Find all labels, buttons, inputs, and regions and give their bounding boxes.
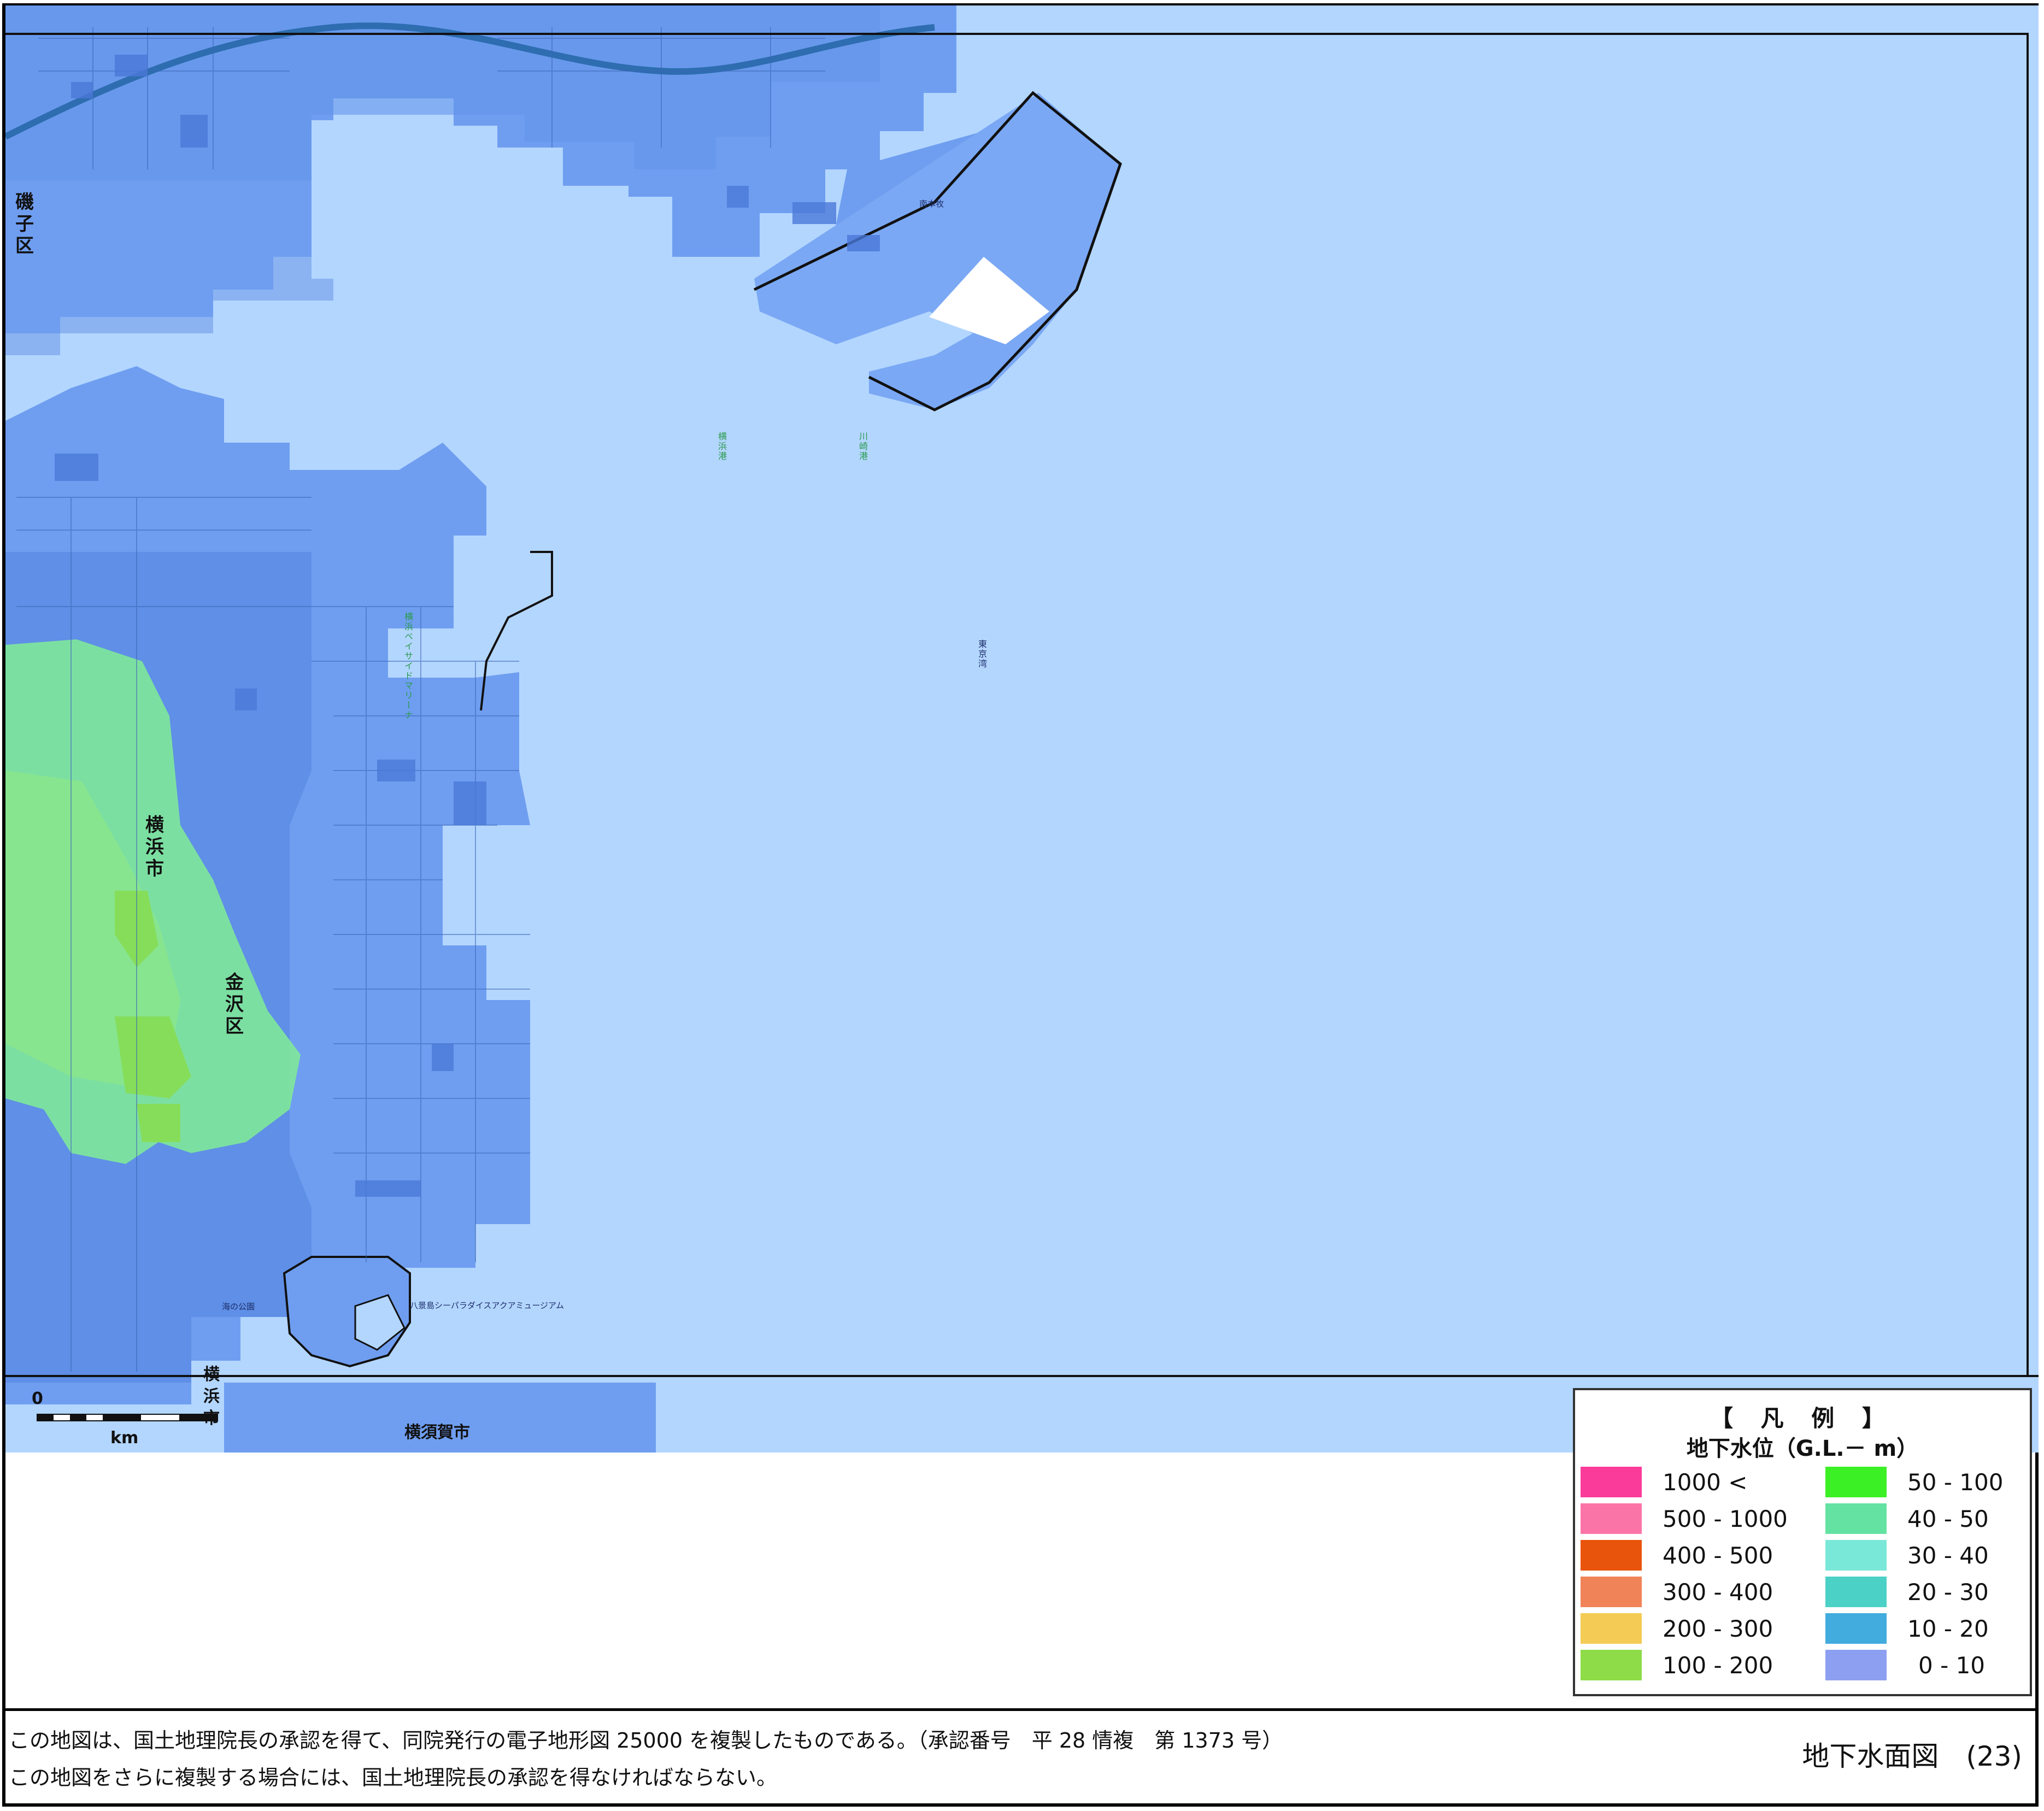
figure-title: 地下水面図 (23) bbox=[1802, 1741, 2022, 1772]
legend-title: 【 凡 例 】 bbox=[1710, 1405, 1895, 1432]
legend-swatch bbox=[1825, 1650, 1887, 1680]
legend-label: 200 - 300 bbox=[1663, 1615, 1773, 1642]
sea-label-yokohama-port: 横浜港 bbox=[716, 432, 727, 461]
ward-label-yokohama-south: 横浜市 bbox=[203, 1365, 220, 1428]
legend-label: 500 - 1000 bbox=[1663, 1506, 1788, 1532]
ward-label-kanazawa: 金沢区 bbox=[225, 972, 244, 1037]
footer-note-reproduction: この地図をさらに複製する場合には、国土地理院長の承認を得なければならない。 bbox=[9, 1766, 778, 1790]
ward-label-yokosuka: 横須賀市 bbox=[404, 1423, 470, 1442]
legend-swatch bbox=[1581, 1540, 1642, 1571]
legend-swatch bbox=[1825, 1467, 1887, 1497]
legend-swatch bbox=[1581, 1650, 1642, 1680]
place-label-hakkeijima: 八景島シーパラダイスアクアミュージアム bbox=[410, 1301, 565, 1310]
legend-label: 100 - 200 bbox=[1663, 1652, 1773, 1679]
sea-label-kawasaki-port: 川崎港 bbox=[857, 432, 868, 461]
legend-label: 10 - 20 bbox=[1907, 1615, 1989, 1642]
legend-label: 0 - 10 bbox=[1918, 1652, 1986, 1679]
place-label-marina: 横浜ベイサイドマリーナ bbox=[403, 612, 413, 720]
legend-swatch bbox=[1581, 1503, 1642, 1534]
legend-label: 300 - 400 bbox=[1663, 1579, 1773, 1606]
legend-label: 20 - 30 bbox=[1907, 1579, 1989, 1606]
sea-label-tokyo-bay: 東京湾 bbox=[977, 639, 987, 669]
legend-swatch bbox=[1825, 1540, 1887, 1571]
map-area[interactable]: 横浜港 川崎港 東京湾 八景島シーパラダイスアクアミュージアム 海の公園 横浜ベ… bbox=[5, 5, 2039, 1453]
scale-bar-unit: km bbox=[110, 1428, 139, 1448]
legend-swatch bbox=[1581, 1613, 1642, 1644]
legend-label: 40 - 50 bbox=[1907, 1506, 1989, 1532]
legend-label: 50 - 100 bbox=[1907, 1469, 2004, 1496]
map-canvas bbox=[5, 5, 2039, 1453]
legend-label: 30 - 40 bbox=[1907, 1542, 1989, 1569]
scale-bar-zero: 0 bbox=[32, 1389, 43, 1408]
legend: 【 凡 例 】 地下水位（G.L.－ m） 1000 < 500 - 1000 … bbox=[1573, 1388, 2032, 1696]
legend-label: 400 - 500 bbox=[1663, 1542, 1773, 1569]
place-label-umi-no-koen: 海の公園 bbox=[222, 1302, 255, 1312]
footer-divider bbox=[2, 1708, 2039, 1711]
ward-label-isogo: 磯子区 bbox=[15, 191, 34, 257]
legend-label: 1000 < bbox=[1663, 1469, 1748, 1496]
place-label-minamihonmoku: 南本牧 bbox=[919, 199, 944, 209]
legend-swatch bbox=[1581, 1467, 1642, 1497]
legend-swatch bbox=[1825, 1503, 1887, 1534]
legend-swatch bbox=[1581, 1577, 1642, 1607]
scale-bar bbox=[37, 1414, 218, 1421]
legend-subtitle: 地下水位（G.L.－ m） bbox=[1686, 1436, 1919, 1461]
ward-label-yokohama: 横浜市 bbox=[145, 814, 164, 880]
legend-swatch bbox=[1825, 1613, 1887, 1644]
legend-swatch bbox=[1825, 1577, 1887, 1607]
footer-note-approval: この地図は、国土地理院長の承認を得て、同院発行の電子地形図 25000 を複製し… bbox=[9, 1728, 1283, 1753]
